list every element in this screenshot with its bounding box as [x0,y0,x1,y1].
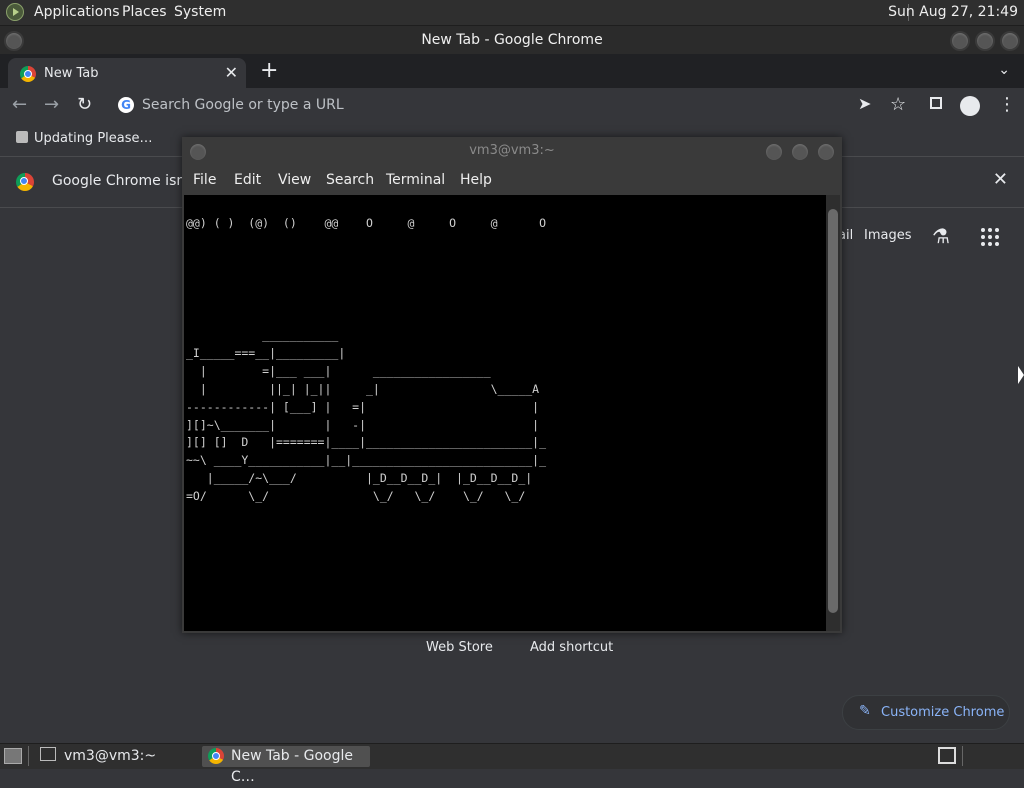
minimize-button[interactable] [950,31,970,51]
customize-chrome-button[interactable]: ✎ Customize Chrome [842,695,1010,730]
share-icon[interactable]: ➤ [858,94,871,113]
clock[interactable]: Sun Aug 27, 21:49 [888,4,1018,20]
bookmark-app-icon [16,131,28,143]
chrome-taskbar-icon [208,748,224,764]
panel-separator [28,746,29,766]
reload-icon[interactable]: ↻ [77,94,92,115]
menu-places[interactable]: Places [122,4,167,20]
terminal-train-art: ___________ _I_____===__|_________| | =|… [186,328,547,504]
google-g-icon: G [118,97,134,113]
chrome-menu-kebab-icon[interactable]: ⋮ [998,94,1016,115]
terminal-window[interactable]: vm3@vm3:~ File Edit View Search Terminal… [182,137,842,633]
chrome-toolbar: ← → ↻ G Search Google or type a URL ➤ ☆ … [0,88,1024,124]
terminal-screen[interactable]: @@) ( ) (@) () @@ O @ O @ O ___________ … [184,195,826,631]
labs-flask-icon[interactable]: ⚗ [932,224,950,248]
tab-strip: New Tab ✕ + ⌄ [0,54,1024,88]
terminal-title: vm3@vm3:~ [469,143,555,158]
workspace-switcher-icon[interactable] [938,747,956,764]
chrome-logo-icon [16,173,34,191]
link-images[interactable]: Images [864,228,912,243]
mouse-pointer-icon [1018,366,1024,384]
omnibox-input[interactable]: Search Google or type a URL [142,97,344,113]
terminal-menu-terminal[interactable]: Terminal [386,172,445,188]
terminal-minimize-button[interactable] [764,142,784,162]
show-desktop-icon[interactable] [4,748,22,764]
terminal-close-button[interactable] [816,142,836,162]
tab-title: New Tab [44,66,99,81]
pencil-icon: ✎ [859,703,871,719]
terminal-scrollbar[interactable] [826,195,840,631]
new-tab-button[interactable]: + [260,58,278,83]
terminal-window-menu-button[interactable] [188,142,208,162]
bookmark-item[interactable]: Updating Please… [16,131,153,146]
shortcut-web-store[interactable]: Web Store [426,640,493,655]
chrome-window-titlebar: New Tab - Google Chrome [0,26,1024,54]
distro-logo-icon[interactable] [6,3,24,21]
terminal-scrollbar-thumb[interactable] [828,209,838,613]
window-title: New Tab - Google Chrome [421,32,603,48]
terminal-menu-help[interactable]: Help [460,172,492,188]
window-menu-button[interactable] [4,31,24,51]
terminal-menu-view[interactable]: View [278,172,311,188]
terminal-maximize-button[interactable] [790,142,810,162]
taskbar-terminal[interactable]: vm3@vm3:~ [36,746,196,767]
terminal-menubar: File Edit View Search Terminal Help [182,165,842,195]
tab-search-chevron-icon[interactable]: ⌄ [998,62,1010,78]
omnibox[interactable]: G Search Google or type a URL [110,91,910,121]
profile-avatar-icon[interactable] [960,96,980,116]
google-apps-icon[interactable] [981,228,999,246]
close-window-button[interactable] [1000,31,1020,51]
taskbar-chrome[interactable]: New Tab - Google C… [202,746,370,785]
back-arrow-icon[interactable]: ← [12,94,27,115]
chrome-favicon-icon [20,66,36,82]
tab-close-icon[interactable]: ✕ [225,63,238,82]
bookmark-label: Updating Please… [34,131,153,146]
terminal-menu-file[interactable]: File [193,172,216,188]
top-panel: Applications Places System Sun Aug 27, 2… [0,0,1024,26]
bottom-panel: vm3@vm3:~ New Tab - Google C… [0,743,1024,785]
bookmark-star-icon[interactable]: ☆ [890,94,906,115]
maximize-button[interactable] [975,31,995,51]
taskbar-terminal-label: vm3@vm3:~ [64,748,157,764]
forward-arrow-icon[interactable]: → [44,94,59,115]
panel-separator [962,746,963,766]
shortcut-add[interactable]: Add shortcut [530,640,613,655]
taskbar-chrome-label: New Tab - Google C… [231,748,354,785]
terminal-titlebar: vm3@vm3:~ [182,137,842,165]
terminal-app-icon [40,747,56,761]
terminal-menu-edit[interactable]: Edit [234,172,261,188]
terminal-smoke-line: @@) ( ) (@) () @@ O @ O @ O [186,216,547,230]
side-panel-icon[interactable] [930,97,942,109]
tab-new-tab[interactable]: New Tab ✕ [8,58,246,88]
menu-system[interactable]: System [174,4,226,20]
menu-applications[interactable]: Applications [34,4,120,20]
terminal-menu-search[interactable]: Search [326,172,374,188]
infobar-close-icon[interactable]: ✕ [993,169,1008,190]
customize-label: Customize Chrome [881,705,1005,720]
